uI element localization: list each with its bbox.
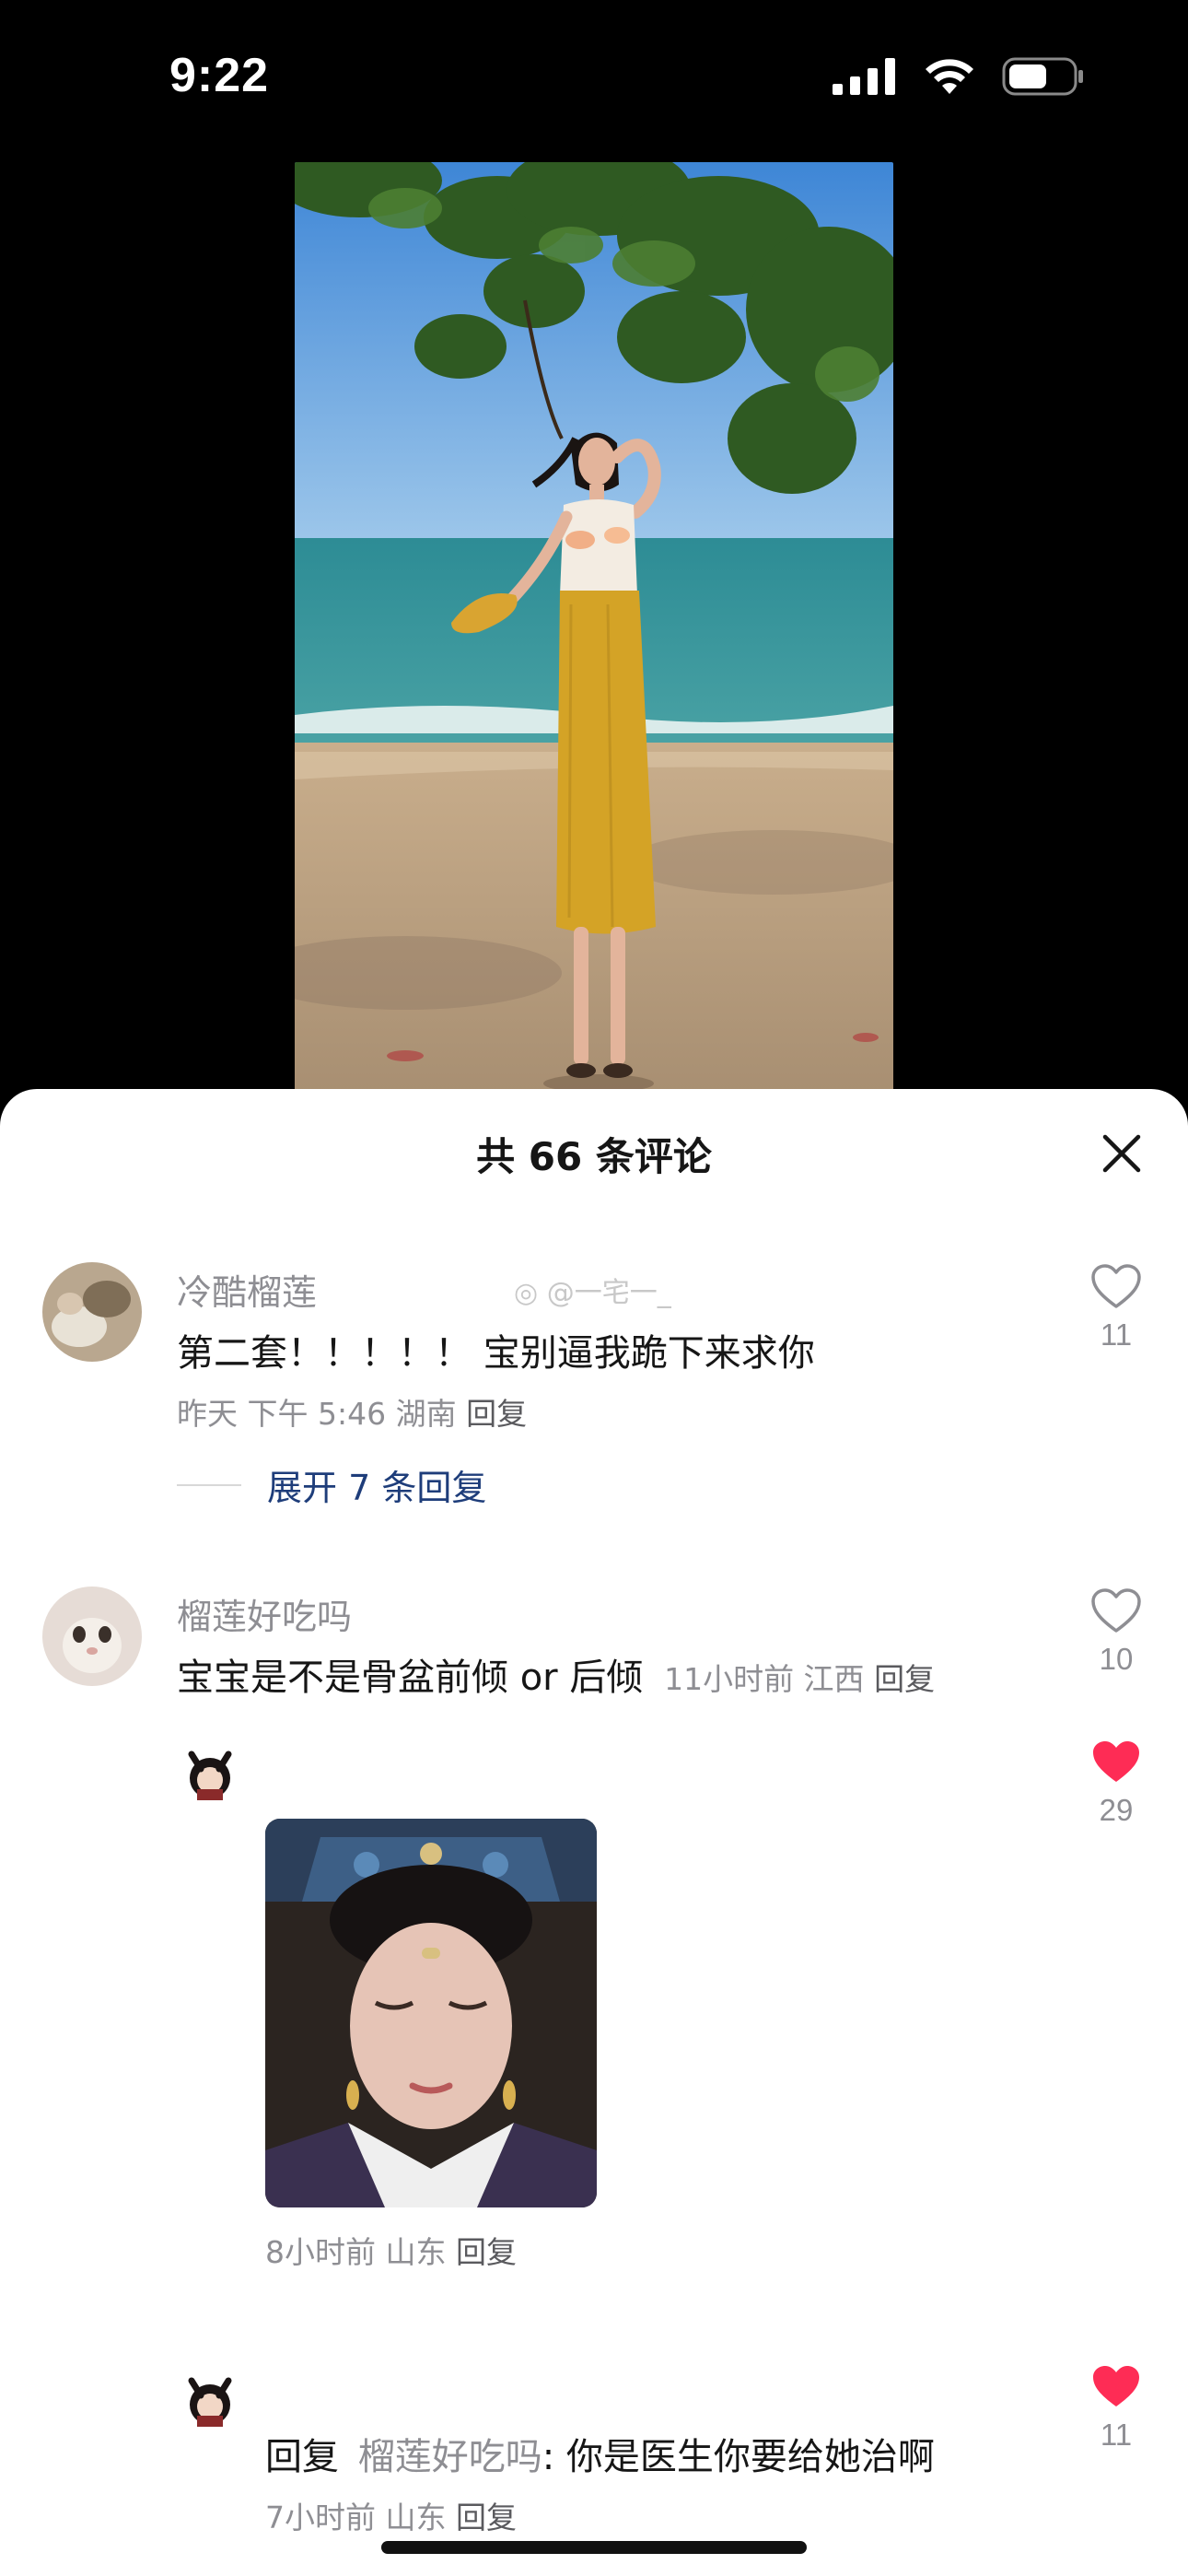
reply-prefix: 回复 <box>265 2436 339 2478</box>
reply-time-location: 8小时前 山东 <box>265 2234 447 2270</box>
reply-text-body: : 你是医生你要给她治啊 <box>542 2436 935 2478</box>
like-button[interactable]: 10 <box>1079 1588 1153 1677</box>
status-time: 9:22 <box>169 49 270 102</box>
wifi-icon <box>926 59 973 94</box>
comment-text-body: 宝宝是不是骨盆前倾 or 后倾 <box>177 1657 644 1699</box>
reply-meta: 8小时前 山东 回复 <box>265 2228 517 2272</box>
like-button[interactable]: 29 <box>1079 1739 1153 1828</box>
avatar[interactable] <box>42 1587 142 1686</box>
like-count: 11 <box>1100 2418 1133 2452</box>
avatar[interactable] <box>42 1262 142 1362</box>
heart-outline-icon <box>1091 1264 1141 1308</box>
weibo-icon: ◎ <box>514 1277 539 1309</box>
reply-meta: 7小时前 山东 回复 <box>265 2493 517 2537</box>
comment-sheet: 共 66 条评论 ◎ @一宅一_ 冷酷榴莲 第二套！！！！！ 宝别逼我跪下来求你… <box>0 1089 1188 2576</box>
comment-meta: 昨天 下午 5:46 湖南 回复 <box>177 1389 527 1434</box>
cellular-signal-icon <box>833 58 895 95</box>
status-icons <box>833 57 1085 96</box>
like-count: 10 <box>1099 1642 1134 1676</box>
like-button[interactable]: 11 <box>1079 2364 1153 2453</box>
heart-outline-icon <box>1091 1588 1141 1633</box>
expand-replies-label: 展开 7 条回复 <box>267 1468 487 1508</box>
avatar[interactable] <box>177 1738 243 1804</box>
reply-button[interactable]: 回复 <box>466 1396 527 1432</box>
reply-button[interactable]: 回复 <box>456 2234 517 2270</box>
reply-button[interactable]: 回复 <box>456 2500 517 2535</box>
reply-text: 回复 榴莲好吃吗: 你是医生你要给她治啊 <box>265 2427 935 2480</box>
comment-username[interactable]: 冷酷榴莲 <box>177 1264 317 1315</box>
comment-time-location: 11小时前 江西 <box>664 1661 865 1697</box>
comment-text: 宝宝是不是骨盆前倾 or 后倾 11小时前 江西 回复 <box>177 1647 935 1701</box>
comment-username[interactable]: 榴莲好吃吗 <box>177 1588 352 1639</box>
heart-filled-icon <box>1093 2366 1139 2406</box>
comment-time-location: 昨天 下午 5:46 湖南 <box>177 1396 457 1432</box>
like-count: 11 <box>1100 1317 1133 1352</box>
reply-button[interactable]: 回复 <box>874 1661 935 1697</box>
comment-meta: 11小时前 江西 回复 <box>664 1661 935 1697</box>
avatar[interactable] <box>177 2364 243 2430</box>
reply-image-sticker[interactable] <box>265 1819 597 2207</box>
meme-image <box>265 1819 597 2207</box>
video-player[interactable] <box>295 162 893 1093</box>
comment-count-title: 共 66 条评论 <box>476 1134 712 1179</box>
avatar-image <box>177 1738 243 1804</box>
avatar-image <box>42 1262 142 1362</box>
like-button[interactable]: 11 <box>1079 1264 1153 1352</box>
expand-replies-button[interactable]: 展开 7 条回复 <box>177 1459 486 1510</box>
like-count: 29 <box>1099 1793 1134 1827</box>
avatar-image <box>177 2364 243 2430</box>
comment-text: 第二套！！！！！ 宝别逼我跪下来求你 <box>177 1332 815 1375</box>
weibo-watermark: ◎ @一宅一_ <box>514 1270 671 1310</box>
avatar-image <box>42 1587 142 1686</box>
heart-filled-icon <box>1093 1741 1139 1782</box>
reply-to-username[interactable]: 榴莲好吃吗 <box>358 2436 542 2478</box>
battery-icon <box>1002 57 1083 96</box>
close-button[interactable] <box>1096 1128 1147 1179</box>
watermark-text: @一宅一_ <box>546 1277 671 1309</box>
screen: 9:22 共 66 条评论 ◎ @一宅一_ 冷酷榴莲 第二套！！！！！ 宝别逼我… <box>0 0 1188 2576</box>
reply-time-location: 7小时前 山东 <box>265 2500 447 2535</box>
expand-divider <box>177 1483 241 1486</box>
beach-video-frame <box>295 162 893 1093</box>
home-indicator[interactable] <box>381 2541 807 2554</box>
close-icon <box>1102 1134 1141 1173</box>
